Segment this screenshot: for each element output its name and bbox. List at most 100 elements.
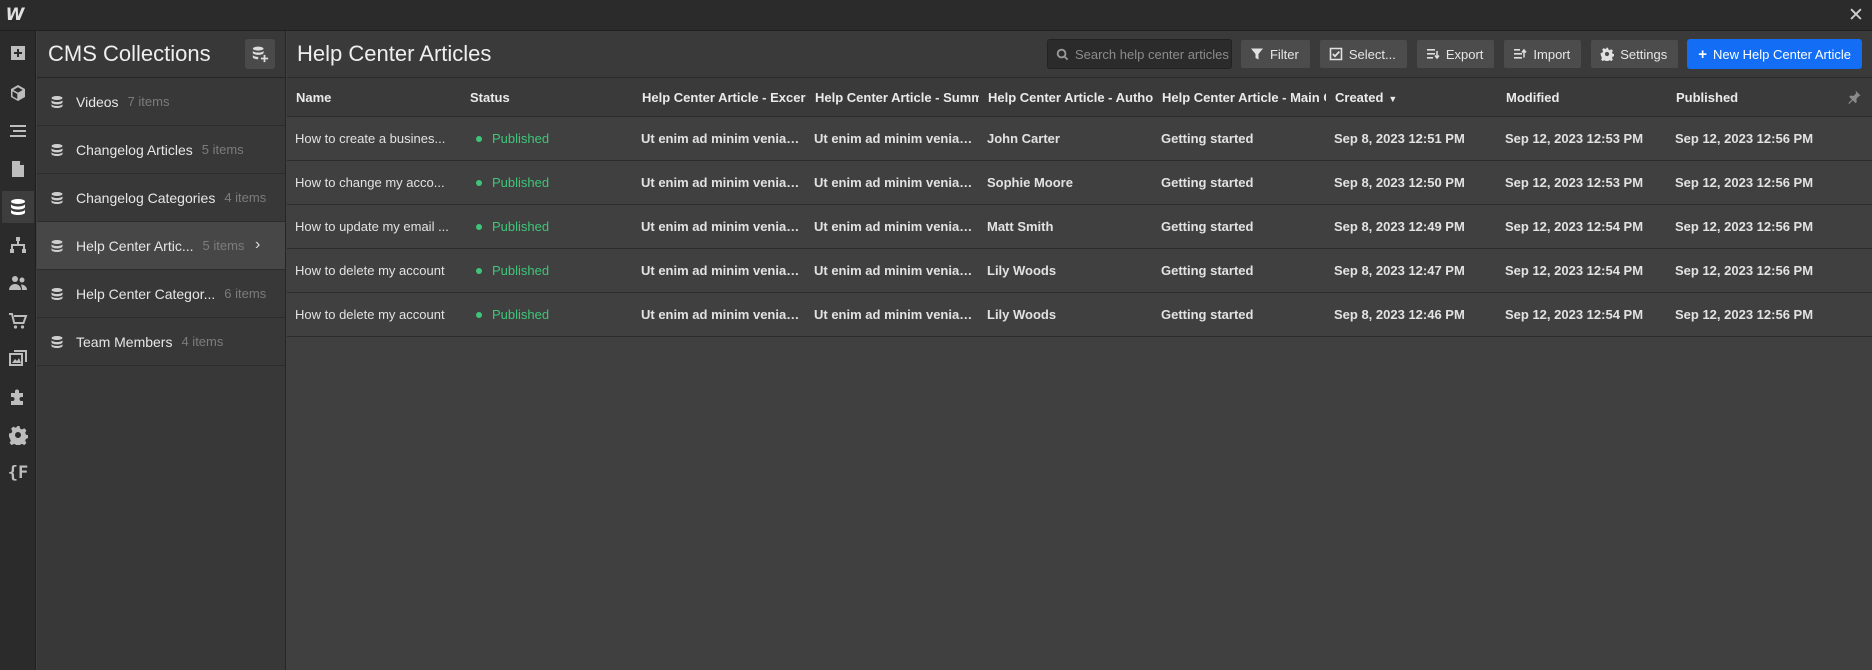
table-row[interactable]: How to delete my account Published Ut en… (287, 293, 1872, 337)
collection-count: 7 items (127, 94, 170, 109)
cell-published: Sep 12, 2023 12:56 PM (1675, 219, 1814, 234)
cell-main-category: Getting started (1161, 307, 1254, 322)
select-button[interactable]: Select... (1318, 39, 1408, 69)
column-header-excerpt[interactable]: Help Center Article - Excerpt (633, 90, 806, 105)
plus-icon: + (1698, 45, 1707, 63)
collection-item-changelog-articles[interactable]: Changelog Articles 5 items (37, 126, 285, 174)
cell-created: Sep 8, 2023 12:49 PM (1334, 219, 1465, 234)
sort-descending-icon: ▼ (1388, 93, 1398, 104)
column-header-name[interactable]: Name (287, 90, 461, 105)
cell-author: John Carter (987, 131, 1060, 146)
new-item-button[interactable]: + New Help Center Article (1687, 39, 1862, 69)
collection-item-help-center-articles[interactable]: Help Center Artic... 5 items › (37, 222, 285, 270)
cell-name: How to change my acco... (295, 175, 445, 190)
column-header-author[interactable]: Help Center Article - Author (979, 90, 1153, 105)
status-label: Published (492, 307, 550, 322)
collection-count: 5 items (201, 142, 244, 157)
chevron-right-icon[interactable]: › (255, 237, 269, 253)
import-button[interactable]: Import (1503, 39, 1583, 69)
cell-author: Lily Woods (987, 263, 1057, 278)
cell-summary: Ut enim ad minim veniam qu... (814, 131, 979, 146)
cell-excerpt: Ut enim ad minim veniam qu... (641, 263, 806, 278)
cms-collections-panel: CMS Collections Videos 7 items Changelog… (37, 31, 286, 670)
collection-items-panel: Help Center Articles Filter Select... Ex… (287, 31, 1872, 670)
assets-icon[interactable] (2, 343, 34, 375)
export-button[interactable]: Export (1415, 39, 1496, 69)
cell-status: Published (461, 307, 633, 322)
add-collection-icon (252, 46, 269, 63)
navigator-icon[interactable] (2, 115, 34, 147)
cell-author: Lily Woods (987, 307, 1057, 322)
cell-created: Sep 8, 2023 12:50 PM (1334, 175, 1465, 190)
status-dot (476, 267, 482, 274)
add-collection-button[interactable] (245, 39, 275, 69)
cell-excerpt: Ut enim ad minim veniam qu... (641, 219, 806, 234)
cell-created: Sep 8, 2023 12:51 PM (1334, 131, 1465, 146)
cell-status: Published (461, 219, 633, 234)
filter-label: Filter (1269, 46, 1299, 62)
cube-icon[interactable] (2, 77, 34, 109)
select-label: Select... (1348, 46, 1396, 62)
cell-created: Sep 8, 2023 12:46 PM (1334, 307, 1465, 322)
table-row[interactable]: How to delete my account Published Ut en… (287, 249, 1872, 293)
collection-item-changelog-categories[interactable]: Changelog Categories 4 items (37, 174, 285, 222)
add-icon[interactable] (2, 37, 34, 69)
webflow-logo[interactable]: W (4, 4, 26, 26)
collection-name: Help Center Categor... (76, 285, 216, 302)
settings-icon[interactable] (2, 419, 34, 451)
status-label: Published (492, 175, 550, 190)
database-icon (51, 287, 63, 300)
ecommerce-cart-icon[interactable] (2, 305, 34, 337)
cell-main-category: Getting started (1161, 219, 1254, 234)
collection-count: 4 items (224, 190, 267, 205)
logic-icon[interactable] (2, 229, 34, 261)
pages-icon[interactable] (2, 153, 34, 185)
cell-modified: Sep 12, 2023 12:54 PM (1505, 219, 1644, 234)
cms-database-icon[interactable] (2, 191, 34, 223)
status-label: Published (492, 131, 550, 146)
table-row[interactable]: How to create a busines... Published Ut … (287, 117, 1872, 161)
checkbox-icon (1329, 47, 1343, 61)
table-row[interactable]: How to change my acco... Published Ut en… (287, 161, 1872, 205)
pin-icon[interactable] (1846, 89, 1862, 105)
cell-status: Published (461, 175, 633, 190)
cell-name: How to delete my account (295, 263, 445, 278)
status-label: Published (492, 263, 550, 278)
cell-excerpt: Ut enim ad minim veniam qu... (641, 307, 806, 322)
column-header-main-category[interactable]: Help Center Article - Main Category (1153, 90, 1326, 105)
column-header-status[interactable]: Status (461, 90, 633, 105)
apps-icon[interactable] (2, 381, 34, 413)
status-label: Published (492, 219, 550, 234)
variables-icon[interactable]: {F (2, 457, 34, 489)
collection-item-videos[interactable]: Videos 7 items (37, 78, 285, 126)
cell-modified: Sep 12, 2023 12:53 PM (1505, 175, 1644, 190)
filter-button[interactable]: Filter (1239, 39, 1311, 69)
cell-published: Sep 12, 2023 12:56 PM (1675, 175, 1814, 190)
search-input[interactable] (1074, 46, 1230, 62)
created-label: Created (1335, 89, 1384, 105)
table-header: Name Status Help Center Article - Excerp… (287, 78, 1872, 117)
toolbar: Filter Select... Export Import Settings … (1046, 39, 1862, 69)
collections-title: CMS Collections (48, 41, 211, 66)
users-icon[interactable] (2, 267, 34, 299)
collection-settings-button[interactable]: Settings (1590, 39, 1680, 69)
cell-modified: Sep 12, 2023 12:54 PM (1505, 307, 1644, 322)
search-box[interactable] (1046, 39, 1232, 69)
status-dot (476, 311, 482, 318)
cell-name: How to update my email ... (295, 219, 449, 234)
collection-item-team-members[interactable]: Team Members 4 items (37, 318, 285, 366)
close-icon[interactable]: ✕ (1844, 3, 1868, 27)
column-header-published[interactable]: Published (1667, 90, 1837, 105)
column-header-summary[interactable]: Help Center Article - Summary (806, 90, 979, 105)
import-label: Import (1533, 46, 1571, 62)
cell-name: How to delete my account (295, 307, 445, 322)
table-row[interactable]: How to update my email ... Published Ut … (287, 205, 1872, 249)
collection-name: Help Center Artic... (76, 237, 194, 254)
collection-item-help-center-categories[interactable]: Help Center Categor... 6 items (37, 270, 285, 318)
collection-header: Help Center Articles Filter Select... Ex… (287, 31, 1872, 78)
database-icon (51, 239, 63, 252)
column-header-modified[interactable]: Modified (1497, 90, 1667, 105)
collection-count: 4 items (181, 334, 224, 349)
cell-status: Published (461, 263, 633, 278)
column-header-created[interactable]: Created ▼ (1326, 90, 1497, 105)
